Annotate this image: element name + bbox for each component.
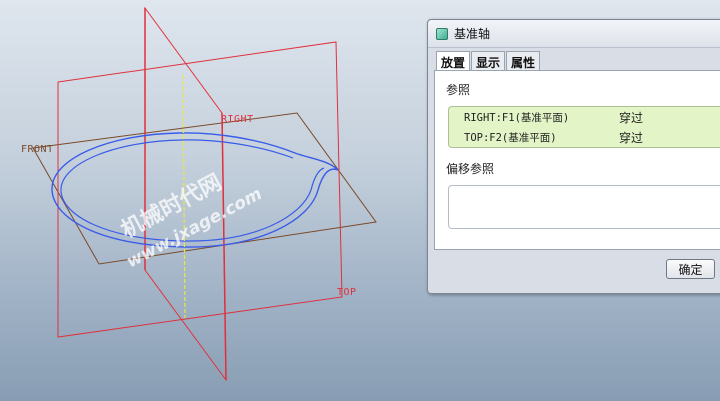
reference-row[interactable]: TOP:F2(基准平面) 穿过 bbox=[449, 128, 720, 147]
offset-references-label: 偏移参照 bbox=[446, 162, 495, 176]
right-plane-label: RIGHT bbox=[221, 114, 254, 125]
reference-row[interactable]: RIGHT:F1(基准平面) 穿过 bbox=[449, 108, 720, 127]
reference-name: RIGHT:F1(基准平面) bbox=[464, 112, 570, 124]
dialog-tabs: 放置 显示 属性 bbox=[436, 51, 541, 71]
reference-constraint[interactable]: 穿过 bbox=[619, 109, 643, 126]
references-label: 参照 bbox=[446, 83, 471, 97]
tab-placement[interactable]: 放置 bbox=[436, 51, 471, 71]
reference-name: TOP:F2(基准平面) bbox=[464, 132, 557, 144]
datum-axis-icon bbox=[436, 27, 448, 40]
tab-properties[interactable]: 属性 bbox=[506, 51, 541, 70]
offset-references-collector[interactable] bbox=[448, 185, 720, 229]
datum-axis-dialog: 基准轴 放置 显示 属性 参照 RIGHT:F1(基准平面) 穿过 TOP:F2… bbox=[427, 19, 720, 294]
reference-constraint[interactable]: 穿过 bbox=[619, 129, 643, 146]
dialog-title: 基准轴 bbox=[454, 27, 491, 41]
dialog-titlebar[interactable]: 基准轴 bbox=[428, 20, 720, 48]
watermark: 机械时代网 www.jxage.com bbox=[117, 170, 265, 272]
ok-button[interactable]: 确定 bbox=[666, 259, 715, 279]
tab-display[interactable]: 显示 bbox=[471, 51, 506, 70]
right-plane-inner-edge bbox=[221, 112, 227, 381]
front-plane-label: FRONT bbox=[21, 144, 54, 155]
placement-panel: 参照 RIGHT:F1(基准平面) 穿过 TOP:F2(基准平面) 穿过 偏移参… bbox=[434, 70, 720, 250]
references-collector[interactable]: RIGHT:F1(基准平面) 穿过 TOP:F2(基准平面) 穿过 bbox=[448, 106, 720, 148]
top-plane-label: TOP bbox=[337, 287, 357, 298]
